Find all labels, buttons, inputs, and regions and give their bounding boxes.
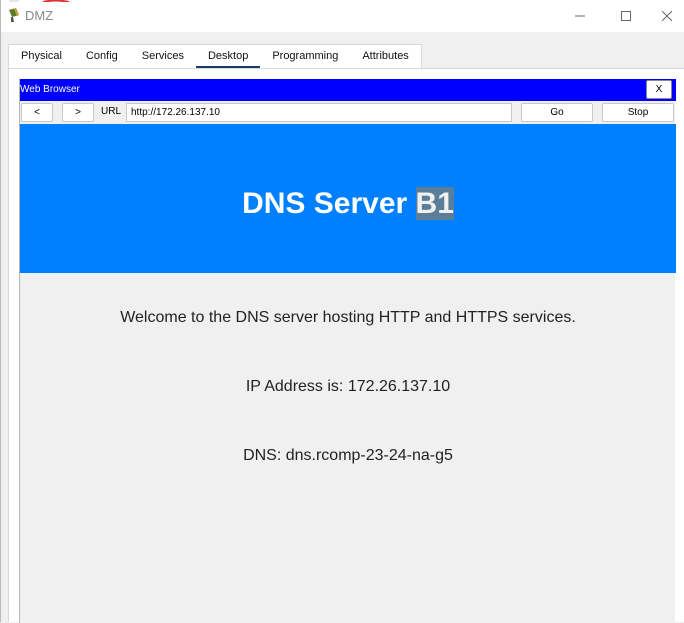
ip-address-text: IP Address is: 172.26.137.10 <box>245 378 451 395</box>
tab-attributes[interactable]: Attributes <box>350 45 420 68</box>
web-browser: Web Browser X < > URL Go Stop DNS Server… <box>19 79 676 623</box>
desktop-panel: Web Browser X < > URL Go Stop DNS Server… <box>8 68 684 623</box>
minimize-button[interactable] <box>557 0 603 32</box>
tab-programming[interactable]: Programming <box>260 45 350 68</box>
decorative-line <box>9 0 70 2</box>
welcome-text: Welcome to the DNS server hosting HTTP a… <box>120 309 576 326</box>
browser-title: Web Browser <box>20 84 80 95</box>
url-label: URL <box>101 106 122 117</box>
maximize-icon <box>621 11 631 21</box>
browser-close-button[interactable]: X <box>646 80 672 99</box>
close-window-button[interactable] <box>649 0 684 32</box>
browser-header: Web Browser X <box>20 79 676 101</box>
dns-text: DNS: dns.rcomp-23-24-na-g5 <box>243 447 453 464</box>
page-banner: DNS Server B1 <box>20 124 676 273</box>
stop-button[interactable]: Stop <box>602 103 674 122</box>
title-bar: DMZ <box>1 0 684 32</box>
url-input[interactable] <box>126 103 512 122</box>
page-heading-text: DNS Server <box>242 186 416 220</box>
page-heading: DNS Server B1 <box>242 186 454 221</box>
app-window: DMZ Physical Config Services Desktop Pro… <box>0 0 684 623</box>
page-heading-selected-text: B1 <box>415 186 454 220</box>
packet-tracer-icon <box>9 8 19 22</box>
tab-services[interactable]: Services <box>130 45 196 68</box>
browser-nav-bar: < > URL Go Stop <box>20 102 676 124</box>
tab-bar: Physical Config Services Desktop Program… <box>8 44 422 69</box>
tab-desktop[interactable]: Desktop <box>195 45 261 69</box>
tab-physical[interactable]: Physical <box>9 45 74 68</box>
tab-config[interactable]: Config <box>74 45 130 68</box>
go-button[interactable]: Go <box>521 103 593 122</box>
window-title: DMZ <box>25 8 54 23</box>
forward-button[interactable]: > <box>62 103 94 122</box>
close-icon <box>662 11 672 21</box>
maximize-button[interactable] <box>603 0 649 32</box>
back-button[interactable]: < <box>21 103 53 122</box>
minimize-icon <box>575 15 585 17</box>
